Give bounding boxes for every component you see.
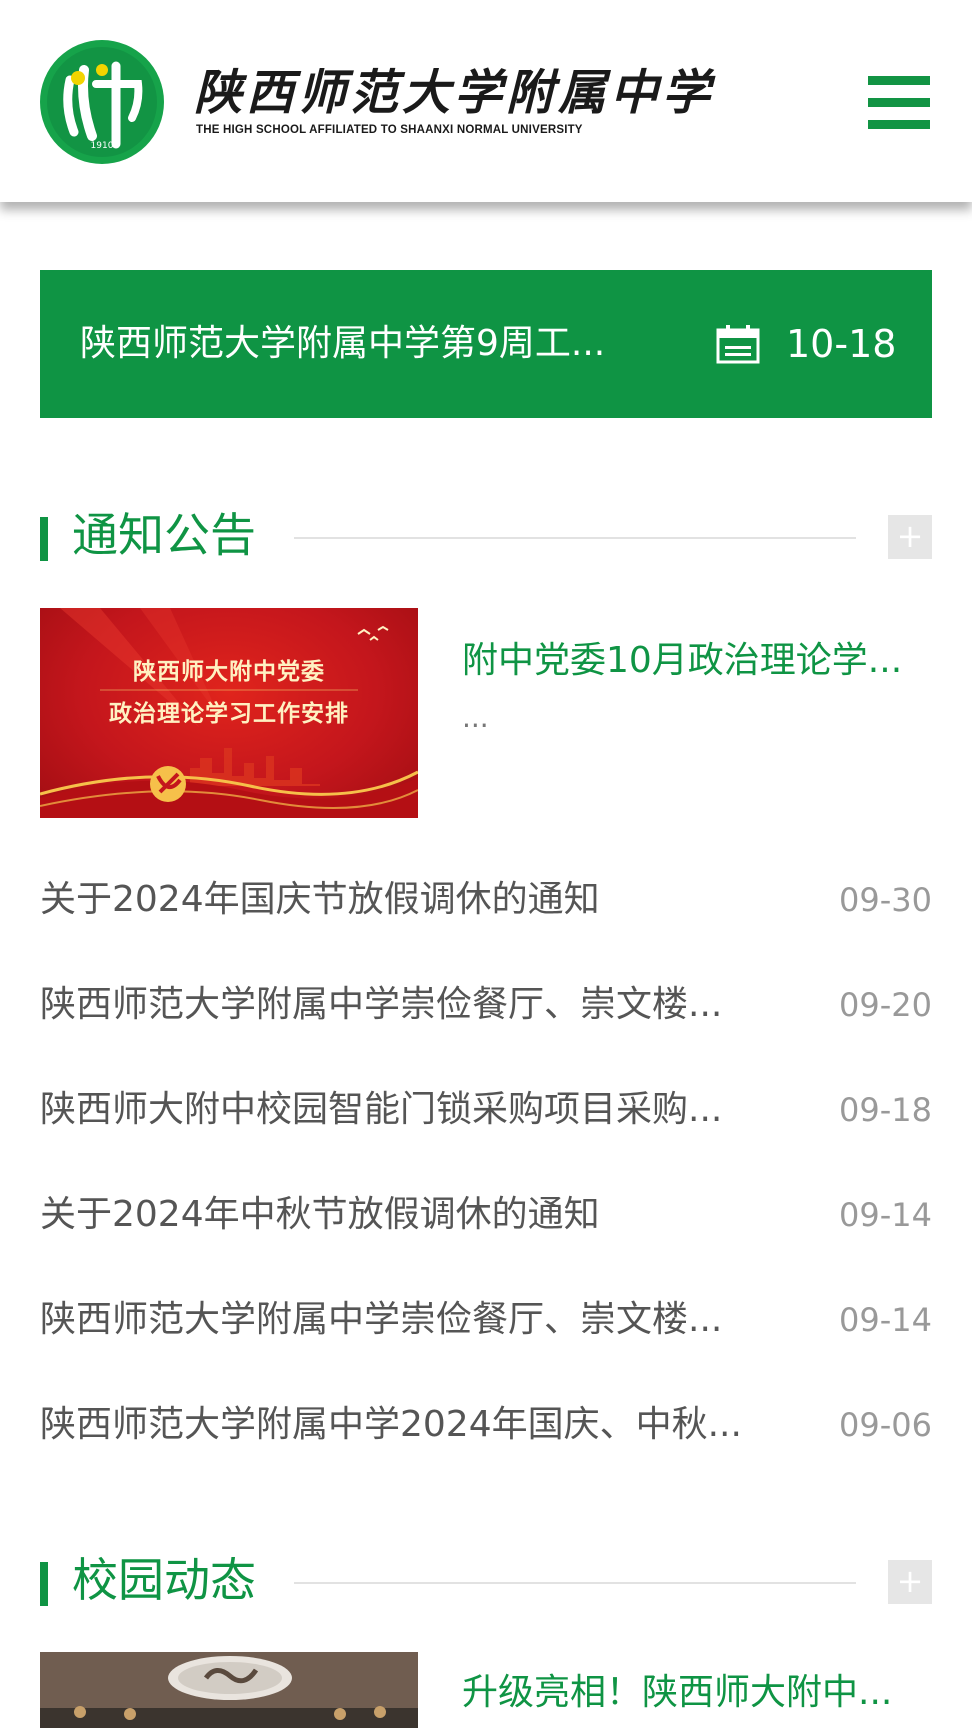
campus-news-section-header: 校园动态 + — [40, 1550, 932, 1610]
school-name-en: THE HIGH SCHOOL AFFILIATED TO SHAANXI NO… — [196, 124, 583, 136]
campus-photo-placeholder — [40, 1652, 418, 1728]
section-accent-bar — [40, 517, 48, 561]
notice-date: 09-14 — [839, 1301, 932, 1339]
poster-line-2: 政治理论学习工作安排 — [109, 701, 349, 727]
notice-list-item[interactable]: 陕西师范大学附属中学2024年国庆、中秋... 09-06 — [40, 1395, 932, 1455]
notice-title: 关于2024年中秋节放假调休的通知 — [40, 1194, 600, 1235]
school-logo-emblem[interactable]: 1910 — [40, 40, 164, 164]
notice-list-item[interactable]: 陕西师大附中校园智能门锁采购项目采购... 09-18 — [40, 1080, 932, 1140]
poster-line-1: 陕西师大附中党委 — [133, 659, 325, 685]
notice-date: 09-30 — [839, 881, 932, 919]
notice-title: 关于2024年国庆节放假调休的通知 — [40, 879, 600, 920]
notice-list-item[interactable]: 关于2024年中秋节放假调休的通知 09-14 — [40, 1185, 932, 1245]
school-name-cn: 陕西师范大学附属中学 — [194, 65, 715, 121]
notice-date: 09-20 — [839, 986, 932, 1024]
hamburger-menu-icon[interactable] — [868, 76, 930, 130]
section-accent-bar — [40, 1562, 48, 1606]
calendar-icon — [716, 325, 760, 364]
notices-featured-item[interactable]: 陕西师大附中党委 政治理论学习工作安排 附中党委10月政治理论学... ... — [40, 608, 932, 818]
notices-more-button[interactable]: + — [888, 515, 932, 559]
banner-title: 陕西师范大学附属中学第9周工... — [80, 323, 606, 364]
notices-section-header: 通知公告 + — [40, 505, 932, 565]
section-divider — [294, 1582, 856, 1584]
campus-news-featured-item[interactable]: 升级亮相！陕西师大附中... — [40, 1652, 932, 1728]
notice-title: 陕西师范大学附属中学崇俭餐厅、崇文楼... — [40, 1299, 723, 1340]
section-divider — [294, 537, 856, 539]
notice-list-item[interactable]: 关于2024年国庆节放假调休的通知 09-30 — [40, 870, 932, 930]
notice-title: 陕西师范大学附属中学2024年国庆、中秋... — [40, 1404, 742, 1445]
featured-thumbnail: 陕西师大附中党委 政治理论学习工作安排 — [40, 608, 418, 818]
campus-news-section-title: 校园动态 — [72, 1553, 256, 1607]
campus-news-more-button[interactable]: + — [888, 1560, 932, 1604]
notice-date: 09-06 — [839, 1406, 932, 1444]
notice-date: 09-18 — [839, 1091, 932, 1129]
notice-list-item[interactable]: 陕西师范大学附属中学崇俭餐厅、崇文楼... 09-14 — [40, 1290, 932, 1350]
featured-notice-banner[interactable]: 陕西师范大学附属中学第9周工... 10-18 — [40, 270, 932, 418]
featured-summary: ... — [462, 701, 489, 734]
banner-date: 10-18 — [786, 322, 897, 366]
campus-news-featured-title: 升级亮相！陕西师大附中... — [462, 1672, 893, 1713]
notice-title: 陕西师范大学附属中学崇俭餐厅、崇文楼... — [40, 984, 723, 1025]
notice-date: 09-14 — [839, 1196, 932, 1234]
notice-title: 陕西师大附中校园智能门锁采购项目采购... — [40, 1089, 723, 1130]
notices-section-title: 通知公告 — [72, 508, 256, 562]
featured-title: 附中党委10月政治理论学... — [462, 640, 903, 681]
site-header: 1910 陕西师范大学附属中学 THE HIGH SCHOOL AFFILIAT… — [0, 0, 972, 202]
notice-list-item[interactable]: 陕西师范大学附属中学崇俭餐厅、崇文楼... 09-20 — [40, 975, 932, 1035]
campus-news-thumbnail — [40, 1652, 418, 1728]
logo-year-text: 1910 — [91, 141, 114, 151]
